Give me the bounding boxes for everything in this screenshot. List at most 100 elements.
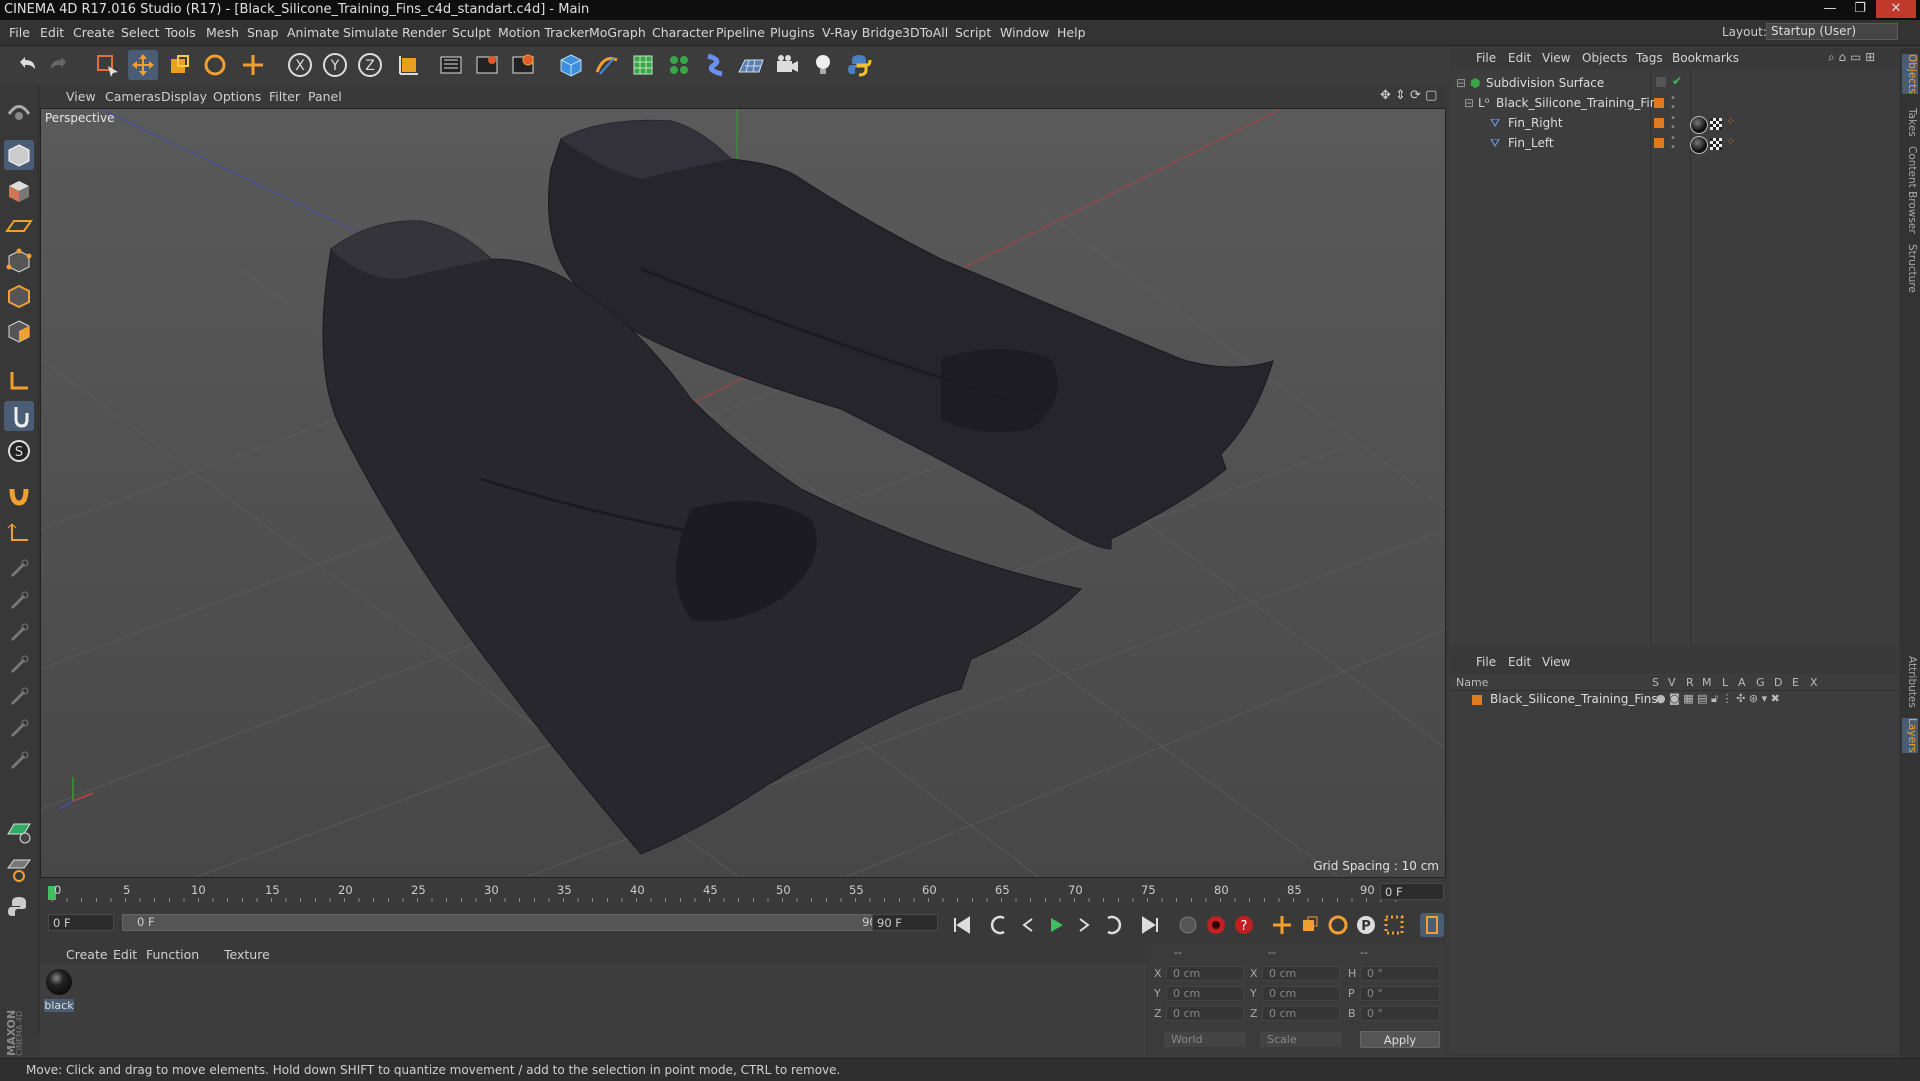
viewport-menu-view[interactable]: View (66, 89, 96, 104)
objects-menu-edit[interactable]: Edit (1508, 51, 1531, 65)
material-tag-icon[interactable] (1690, 116, 1708, 134)
column-view[interactable]: V (1668, 676, 1676, 689)
go-to-start-icon[interactable] (950, 913, 974, 937)
size-mode-select[interactable]: Scale (1260, 1032, 1342, 1047)
tweak-mode-icon[interactable] (4, 401, 34, 431)
scale-icon[interactable] (164, 50, 194, 80)
layers-menu-file[interactable]: File (1476, 655, 1496, 669)
layer-color-icon[interactable] (1472, 695, 1482, 705)
x-axis-icon[interactable]: X (285, 50, 315, 80)
menu-snap[interactable]: Snap (247, 25, 278, 40)
column-locked[interactable]: L (1722, 676, 1728, 689)
menu-edit[interactable]: Edit (40, 25, 64, 40)
tab-layers[interactable]: Layers (1902, 718, 1918, 753)
light-icon[interactable] (808, 50, 838, 80)
sculpt-icon[interactable] (4, 854, 34, 884)
rotation-b-field[interactable]: 0 ° (1360, 1006, 1440, 1021)
magnet-icon[interactable] (4, 481, 34, 511)
layers-menu-view[interactable]: View (1542, 655, 1570, 669)
python-icon[interactable] (844, 50, 874, 80)
material-tag-icon[interactable] (1690, 136, 1708, 154)
tab-objects[interactable]: Objects (1902, 54, 1918, 94)
menu-script[interactable]: Script (955, 25, 991, 40)
apply-button[interactable]: Apply (1360, 1031, 1440, 1048)
viewport-menu-display[interactable]: Display (161, 89, 207, 104)
snap-icon[interactable]: S (4, 436, 34, 466)
move-icon[interactable] (128, 50, 158, 80)
start-frame-field[interactable]: 0 F (48, 914, 114, 931)
brush-tool-4-icon[interactable] (4, 650, 34, 680)
autokey-icon[interactable] (1204, 913, 1228, 937)
collapse-icon[interactable]: ⊟ (1456, 76, 1466, 90)
z-axis-icon[interactable]: Z (355, 50, 385, 80)
column-animation[interactable]: A (1738, 676, 1746, 689)
subdivision-icon[interactable] (628, 50, 658, 80)
viewport-menu-filter[interactable]: Filter (269, 89, 300, 104)
enabled-check-icon[interactable]: ✔ (1672, 74, 1682, 88)
edit-toggle-icon[interactable] (1656, 77, 1666, 87)
material-menu-texture[interactable]: Texture (224, 947, 270, 962)
menu-vray-bridge[interactable]: V-Ray Bridge (822, 25, 903, 40)
layer-row[interactable]: Black_Silicone_Training_Fins ● ◙ ▦ ▤ 🔓︎ … (1450, 692, 1898, 708)
key-pla-icon[interactable] (1382, 913, 1406, 937)
cube-icon[interactable] (556, 50, 586, 80)
objects-menu-file[interactable]: File (1476, 51, 1496, 65)
column-generators[interactable]: G (1756, 676, 1765, 689)
menu-sculpt[interactable]: Sculpt (452, 25, 491, 40)
layer-name[interactable]: Black_Silicone_Training_Fins (1490, 692, 1658, 706)
size-x-field[interactable]: 0 cm (1262, 966, 1340, 981)
column-manager[interactable]: M (1702, 676, 1712, 689)
viewport-nav-icons[interactable]: ✥ ⇕ ⟳ ▢ (1380, 88, 1437, 103)
workplane-icon[interactable] (4, 211, 34, 241)
edges-mode-icon[interactable] (4, 281, 34, 311)
layers-menu-edit[interactable]: Edit (1508, 655, 1531, 669)
menu-plugins[interactable]: Plugins (770, 25, 815, 40)
tab-structure[interactable]: Structure (1902, 244, 1918, 293)
visibility-dots-icon[interactable]: • • (1670, 114, 1676, 133)
current-frame-field[interactable]: 0 F (1380, 883, 1444, 900)
polygons-mode-icon[interactable] (4, 316, 34, 346)
phong-tag-icon[interactable]: ⁘ (1726, 135, 1735, 148)
tab-content-browser[interactable]: Content Browser (1902, 146, 1918, 234)
uvw-tag-icon[interactable] (1710, 118, 1722, 130)
model-mode-icon[interactable] (4, 140, 34, 170)
objects-menu-view[interactable]: View (1542, 51, 1570, 65)
render-picture-viewer-icon[interactable] (472, 50, 502, 80)
texture-mode-icon[interactable] (4, 176, 34, 206)
next-key-icon[interactable] (1100, 913, 1124, 937)
viewport[interactable]: Perspective Grid Spacing : 10 cm (40, 108, 1446, 878)
end-frame-field[interactable]: 90 F (872, 914, 938, 931)
key-rotation-icon[interactable] (1326, 913, 1350, 937)
uvw-tag-icon[interactable] (1710, 138, 1722, 150)
python-script-icon[interactable] (4, 892, 34, 922)
next-frame-icon[interactable] (1072, 913, 1096, 937)
coordinate-system-icon[interactable] (394, 50, 424, 80)
tree-row-fin-left[interactable]: ⛛ Fin_Left • • ⁘ (1450, 134, 1898, 154)
brush-tool-5-icon[interactable] (4, 682, 34, 712)
menu-tools[interactable]: Tools (165, 25, 196, 40)
menu-motion-tracker[interactable]: Motion Tracker (498, 25, 589, 40)
floor-icon[interactable] (736, 50, 766, 80)
phong-tag-icon[interactable]: ⁘ (1726, 115, 1735, 128)
coordinate-mode-select[interactable]: World (1164, 1032, 1246, 1047)
brush-tool-1-icon[interactable] (4, 554, 34, 584)
viewport-menu-cameras[interactable]: Cameras (105, 89, 161, 104)
objects-menu-objects[interactable]: Objects (1582, 51, 1627, 65)
tree-row-fin-right[interactable]: ⛛ Fin_Right • • ⁘ (1450, 114, 1898, 134)
objects-menu-bookmarks[interactable]: Bookmarks (1672, 51, 1739, 65)
camera-icon[interactable] (772, 50, 802, 80)
redo-icon[interactable] (44, 50, 74, 80)
key-parameter-icon[interactable]: P (1354, 913, 1378, 937)
select-icon[interactable] (92, 50, 122, 80)
tree-row-subdivision-surface[interactable]: ⊟ ⬢ Subdivision Surface ✔ (1450, 74, 1898, 94)
menu-character[interactable]: Character (652, 25, 714, 40)
axis-mode-icon[interactable] (4, 366, 34, 396)
menu-simulate[interactable]: Simulate (343, 25, 398, 40)
menu-mograph[interactable]: MoGraph (589, 25, 646, 40)
tab-attributes[interactable]: Attributes (1902, 656, 1918, 708)
objects-menu-tags[interactable]: Tags (1636, 51, 1663, 65)
position-z-field[interactable]: 0 cm (1166, 1006, 1244, 1021)
viewport-menu-options[interactable]: Options (213, 89, 261, 104)
column-name[interactable]: Name (1456, 676, 1488, 689)
pen-icon[interactable] (592, 50, 622, 80)
